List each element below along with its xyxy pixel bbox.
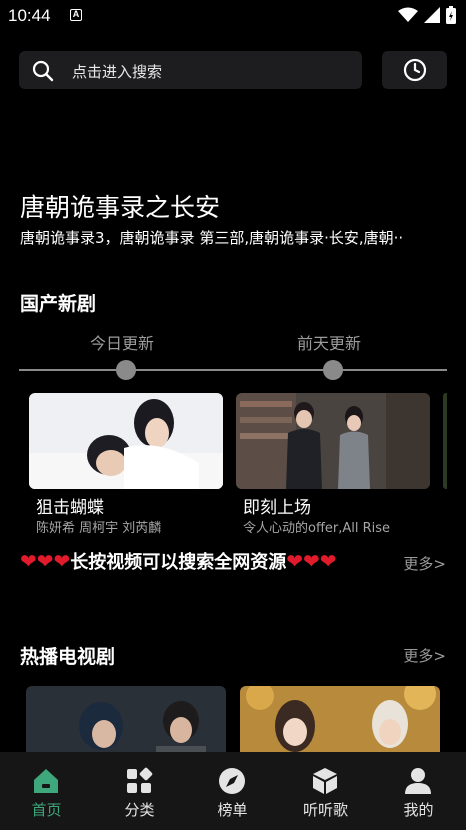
status-time: 10:44 <box>8 6 51 25</box>
more-link-hot-tv[interactable]: 更多> <box>403 645 446 666</box>
search-icon <box>32 60 54 82</box>
timeline-dot-today[interactable] <box>116 360 136 380</box>
section-title-domestic: 国产新剧 <box>20 293 97 315</box>
section-title-hot-tv: 热播电视剧 <box>20 646 116 668</box>
nav-label: 榜单 <box>217 801 248 819</box>
banner-title[interactable]: 唐朝诡事录之长安 <box>20 188 220 224</box>
category-icon <box>127 767 153 793</box>
hot-drama-poster[interactable] <box>240 686 440 756</box>
drama-poster <box>236 393 430 489</box>
cube-icon <box>313 768 337 794</box>
status-icons <box>398 6 456 24</box>
notification-icon: A <box>70 9 82 21</box>
more-link-domestic[interactable]: 更多> <box>403 553 446 574</box>
search-tip-text: 长按视频可以搜索全网资源 <box>70 552 287 573</box>
search-tip-banner: ❤❤❤长按视频可以搜索全网资源❤❤❤ <box>20 548 337 574</box>
user-icon <box>405 768 431 794</box>
nav-label: 我的 <box>403 801 434 819</box>
status-bar: 10:44 A <box>0 0 466 32</box>
search-input[interactable]: 点击进入搜索 <box>19 51 362 89</box>
tab-today[interactable]: 今日更新 <box>90 330 154 354</box>
banner-subtitle: 唐朝诡事录3，唐朝诡事录 第三部,唐朝诡事录·长安,唐朝·· <box>20 229 404 247</box>
heart-icons-right: ❤❤❤ <box>286 549 337 573</box>
drama-card[interactable]: 狙击蝴蝶 陈妍希 周柯宇 刘芮麟 <box>29 393 223 536</box>
nav-item-music[interactable]: 听听歌 <box>279 752 372 830</box>
wifi-icon <box>398 7 418 22</box>
timeline-track <box>19 369 447 371</box>
nav-item-category[interactable]: 分类 <box>93 752 186 830</box>
search-placeholder: 点击进入搜索 <box>72 63 163 81</box>
heart-icons-left: ❤❤❤ <box>20 549 71 573</box>
battery-icon <box>446 6 456 24</box>
drama-cast: 令人心动的offer,All Rise <box>243 521 391 536</box>
timeline-dot-day-before[interactable] <box>323 360 343 380</box>
drama-cast: 陈妍希 周柯宇 刘芮麟 <box>36 521 162 536</box>
clock-icon <box>403 58 426 82</box>
bottom-nav: 首页 分类 榜单 听听歌 我的 <box>0 752 466 830</box>
drama-card[interactable]: 即刻上场 令人心动的offer,All Rise <box>236 393 430 536</box>
nav-label: 听听歌 <box>302 801 348 819</box>
drama-title: 狙击蝴蝶 <box>36 498 104 518</box>
nav-item-home[interactable]: 首页 <box>0 752 93 830</box>
tab-day-before[interactable]: 前天更新 <box>297 330 361 354</box>
drama-poster <box>29 393 223 489</box>
nav-label: 首页 <box>31 801 62 819</box>
home-icon <box>34 769 58 793</box>
drama-card-peek[interactable] <box>443 393 447 489</box>
hot-drama-poster[interactable] <box>26 686 226 756</box>
signal-icon <box>424 7 440 23</box>
history-button[interactable] <box>382 51 447 89</box>
compass-icon <box>219 768 245 794</box>
drama-title: 即刻上场 <box>243 498 311 518</box>
nav-item-profile[interactable]: 我的 <box>372 752 465 830</box>
nav-label: 分类 <box>124 801 155 819</box>
nav-item-ranking[interactable]: 榜单 <box>186 752 279 830</box>
